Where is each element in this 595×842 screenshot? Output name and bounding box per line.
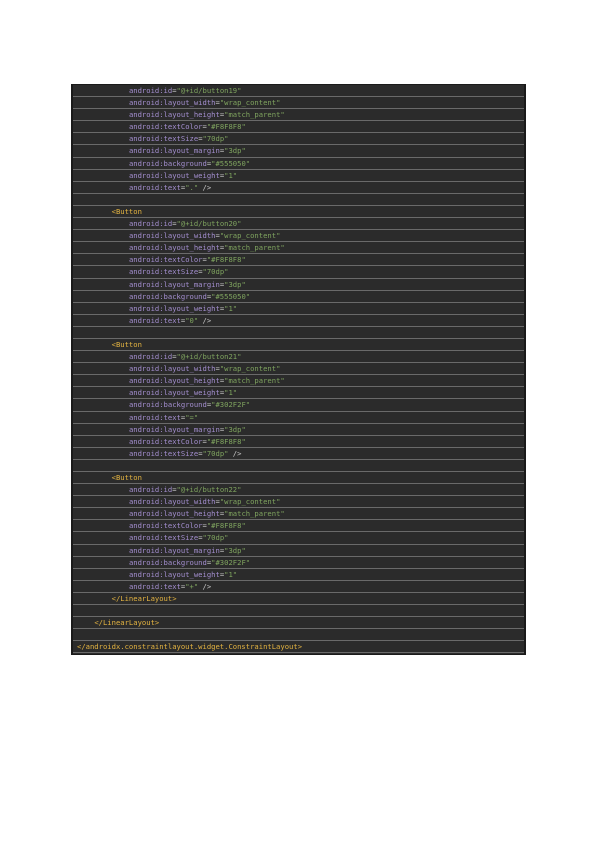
code-line: android:layout_width="wrap_content" <box>73 230 524 243</box>
code-line: android:background="#555050" <box>73 291 524 303</box>
code-line: android:text="+" /> <box>73 581 524 593</box>
code-line: android:id="@+id/button22" <box>73 484 524 497</box>
code-line: android:text="0" /> <box>73 315 524 327</box>
code-line: android:textColor="#F8F8F8" <box>73 436 524 448</box>
code-line: android:layout_margin="3dp" <box>73 279 524 291</box>
code-line: android:text="." /> <box>73 182 524 194</box>
code-line: android:textSize="70dp" /> <box>73 448 524 460</box>
code-line: android:layout_weight="1" <box>73 569 524 581</box>
code-line: </androidx.constraintlayout.widget.Const… <box>73 641 524 654</box>
code-line <box>73 605 524 618</box>
code-line: android:layout_height="match_parent" <box>73 375 524 388</box>
code-line: android:text="=" <box>73 412 524 424</box>
code-line <box>73 327 524 339</box>
code-line: android:textColor="#F8F8F8" <box>73 254 524 267</box>
code-line: android:layout_weight="1" <box>73 303 524 315</box>
code-line: android:id="@+id/button20" <box>73 218 524 231</box>
code-line: android:textSize="70dp" <box>73 266 524 279</box>
code-line: android:layout_height="match_parent" <box>73 109 524 122</box>
code-line: <Button <box>73 339 524 352</box>
code-line: android:layout_height="match_parent" <box>73 508 524 521</box>
code-line: <Button <box>73 206 524 219</box>
code-line <box>73 629 524 642</box>
code-line: android:textSize="70dp" <box>73 532 524 545</box>
code-line: android:layout_margin="3dp" <box>73 545 524 557</box>
code-line: android:layout_weight="1" <box>73 387 524 400</box>
code-line: android:layout_weight="1" <box>73 170 524 182</box>
code-line: android:id="@+id/button21" <box>73 351 524 364</box>
code-line: </LinearLayout> <box>73 593 524 606</box>
code-line: android:textColor="#F8F8F8" <box>73 520 524 533</box>
code-line: android:layout_height="match_parent" <box>73 242 524 255</box>
code-block: android:id="@+id/button19" android:layou… <box>71 84 526 655</box>
code-line: android:background="#302F2F" <box>73 399 524 412</box>
code-line: android:layout_width="wrap_content" <box>73 363 524 376</box>
code-line: android:id="@+id/button19" <box>73 85 524 98</box>
code-line: android:layout_margin="3dp" <box>73 424 524 436</box>
code-line: <Button <box>73 472 524 485</box>
code-line <box>73 460 524 472</box>
code-line: android:textSize="70dp" <box>73 133 524 146</box>
code-line: android:background="#302F2F" <box>73 557 524 569</box>
code-line: android:layout_width="wrap_content" <box>73 97 524 110</box>
code-line: android:background="#555050" <box>73 158 524 170</box>
code-line: android:layout_margin="3dp" <box>73 145 524 158</box>
code-line: android:textColor="#F8F8F8" <box>73 121 524 134</box>
code-line: android:layout_width="wrap_content" <box>73 496 524 509</box>
code-line: </LinearLayout> <box>73 617 524 630</box>
code-line <box>73 194 524 206</box>
